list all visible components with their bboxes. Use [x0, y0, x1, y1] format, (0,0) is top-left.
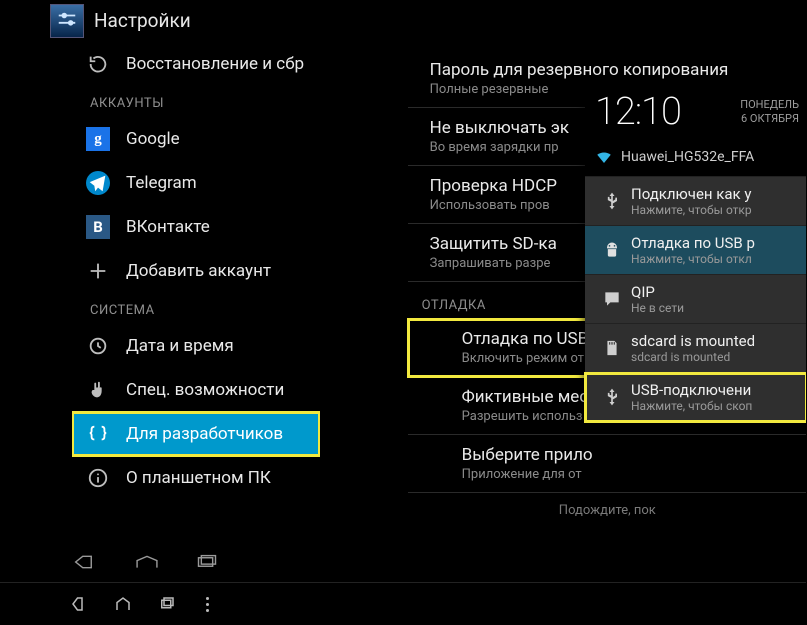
wifi-status-row[interactable]: Huawei_HG532e_FFA [585, 142, 807, 177]
nav-recents-button-small[interactable] [148, 589, 186, 619]
sidebar-item-vkontakte[interactable]: B ВКонтакте [72, 205, 320, 249]
notif-title: Отладка по USB р [631, 234, 755, 252]
android-icon [593, 240, 631, 260]
plus-icon [86, 259, 110, 283]
row-subtitle: Приложение для от [462, 467, 805, 482]
sidebar-item-label: Спец. возможности [126, 380, 284, 400]
notif-usb-connection[interactable]: USB-подключени Нажмите, чтобы скоп [585, 373, 807, 422]
usb-icon [593, 191, 631, 211]
wifi-icon [595, 148, 613, 166]
sidebar-accounts-header: АККАУНТЫ [72, 86, 320, 117]
sidebar-item-about-tablet[interactable]: О планшетном ПК [72, 456, 320, 500]
notif-subtitle: sdcard is mounted [631, 350, 755, 364]
sidebar-item-developer-options[interactable]: Для разработчиков [72, 412, 320, 456]
sidebar-item-label: Добавить аккаунт [126, 261, 271, 281]
sidebar: Восстановление и сбр АККАУНТЫ g Google T… [72, 42, 320, 547]
sidebar-item-add-account[interactable]: Добавить аккаунт [72, 249, 320, 293]
sidebar-item-telegram[interactable]: Telegram [72, 161, 320, 205]
chat-bubble-icon [593, 289, 631, 309]
nav-home-button-small[interactable] [104, 589, 142, 619]
refresh-icon [86, 52, 110, 76]
debug-wait-hint: Подождите, пок [408, 493, 807, 518]
sdcard-icon [593, 338, 631, 358]
notif-title: USB-подключени [631, 381, 752, 399]
usb-icon [593, 387, 631, 407]
sidebar-item-label: Telegram [126, 173, 197, 193]
notif-title: sdcard is mounted [631, 332, 755, 350]
notif-usb-debugging[interactable]: Отладка по USB р Нажмите, чтобы откл [585, 226, 807, 275]
nav-overflow-menu[interactable] [192, 589, 222, 619]
nav-recents-button[interactable] [180, 547, 234, 577]
telegram-icon [86, 171, 110, 195]
shade-header: 12:10 ПОНЕДЕЛЬ 6 ОКТЯБРЯ [585, 86, 807, 142]
notif-subtitle: Не в сети [631, 301, 684, 315]
nav-back-button[interactable] [60, 547, 114, 577]
sidebar-item-label: ВКонтакте [126, 217, 210, 237]
nav-home-button[interactable] [120, 547, 174, 577]
sidebar-system-header: СИСТЕМА [72, 293, 320, 324]
notif-qip[interactable]: QIP Не в сети [585, 275, 807, 324]
sidebar-item-label: Google [126, 129, 180, 149]
notif-subtitle: Нажмите, чтобы откр [631, 203, 752, 217]
notif-sdcard-mounted[interactable]: sdcard is mounted sdcard is mounted [585, 324, 807, 373]
notif-connected-as[interactable]: Подключен как у Нажмите, чтобы откр [585, 177, 807, 226]
notif-title: QIP [631, 283, 684, 301]
notif-subtitle: Нажмите, чтобы откл [631, 252, 755, 266]
sidebar-item-backup-reset[interactable]: Восстановление и сбр [72, 42, 320, 86]
system-navbar-upper [0, 542, 807, 582]
vk-icon: B [86, 215, 110, 239]
sidebar-item-label: Дата и время [126, 336, 234, 356]
row-title: Пароль для резервного копирования [430, 60, 805, 80]
sidebar-item-label: О планшетном ПК [126, 468, 271, 488]
page-title: Настройки [94, 9, 191, 32]
titlebar: Настройки [0, 0, 807, 42]
clock-date: ПОНЕДЕЛЬ 6 ОКТЯБРЯ [740, 98, 799, 126]
system-navbar-lower [0, 582, 807, 625]
sidebar-item-accessibility[interactable]: Спец. возможности [72, 368, 320, 412]
clock-day: ПОНЕДЕЛЬ [740, 98, 799, 112]
notif-title: Подключен как у [631, 185, 752, 203]
hand-icon [86, 378, 110, 402]
braces-icon [86, 422, 110, 446]
sidebar-item-date-time[interactable]: Дата и время [72, 324, 320, 368]
clock-date-line: 6 ОКТЯБРЯ [740, 112, 799, 126]
nav-back-button-small[interactable] [60, 589, 98, 619]
notification-shade[interactable]: 12:10 ПОНЕДЕЛЬ 6 ОКТЯБРЯ Huawei_HG532e_F… [585, 86, 807, 422]
sidebar-item-label: Для разработчиков [126, 424, 283, 444]
clock-time: 12:10 [595, 90, 681, 134]
sidebar-item-label: Восстановление и сбр [126, 54, 304, 74]
notif-subtitle: Нажмите, чтобы скоп [631, 399, 752, 413]
clock-icon [86, 334, 110, 358]
settings-app-icon [50, 4, 84, 38]
sidebar-item-google[interactable]: g Google [72, 117, 320, 161]
google-icon: g [86, 127, 110, 151]
wifi-ssid: Huawei_HG532e_FFA [621, 149, 754, 165]
row-select-debug-app[interactable]: Выберите прило Приложение для от [408, 435, 807, 493]
row-title: Выберите прило [462, 445, 805, 465]
info-icon [86, 466, 110, 490]
